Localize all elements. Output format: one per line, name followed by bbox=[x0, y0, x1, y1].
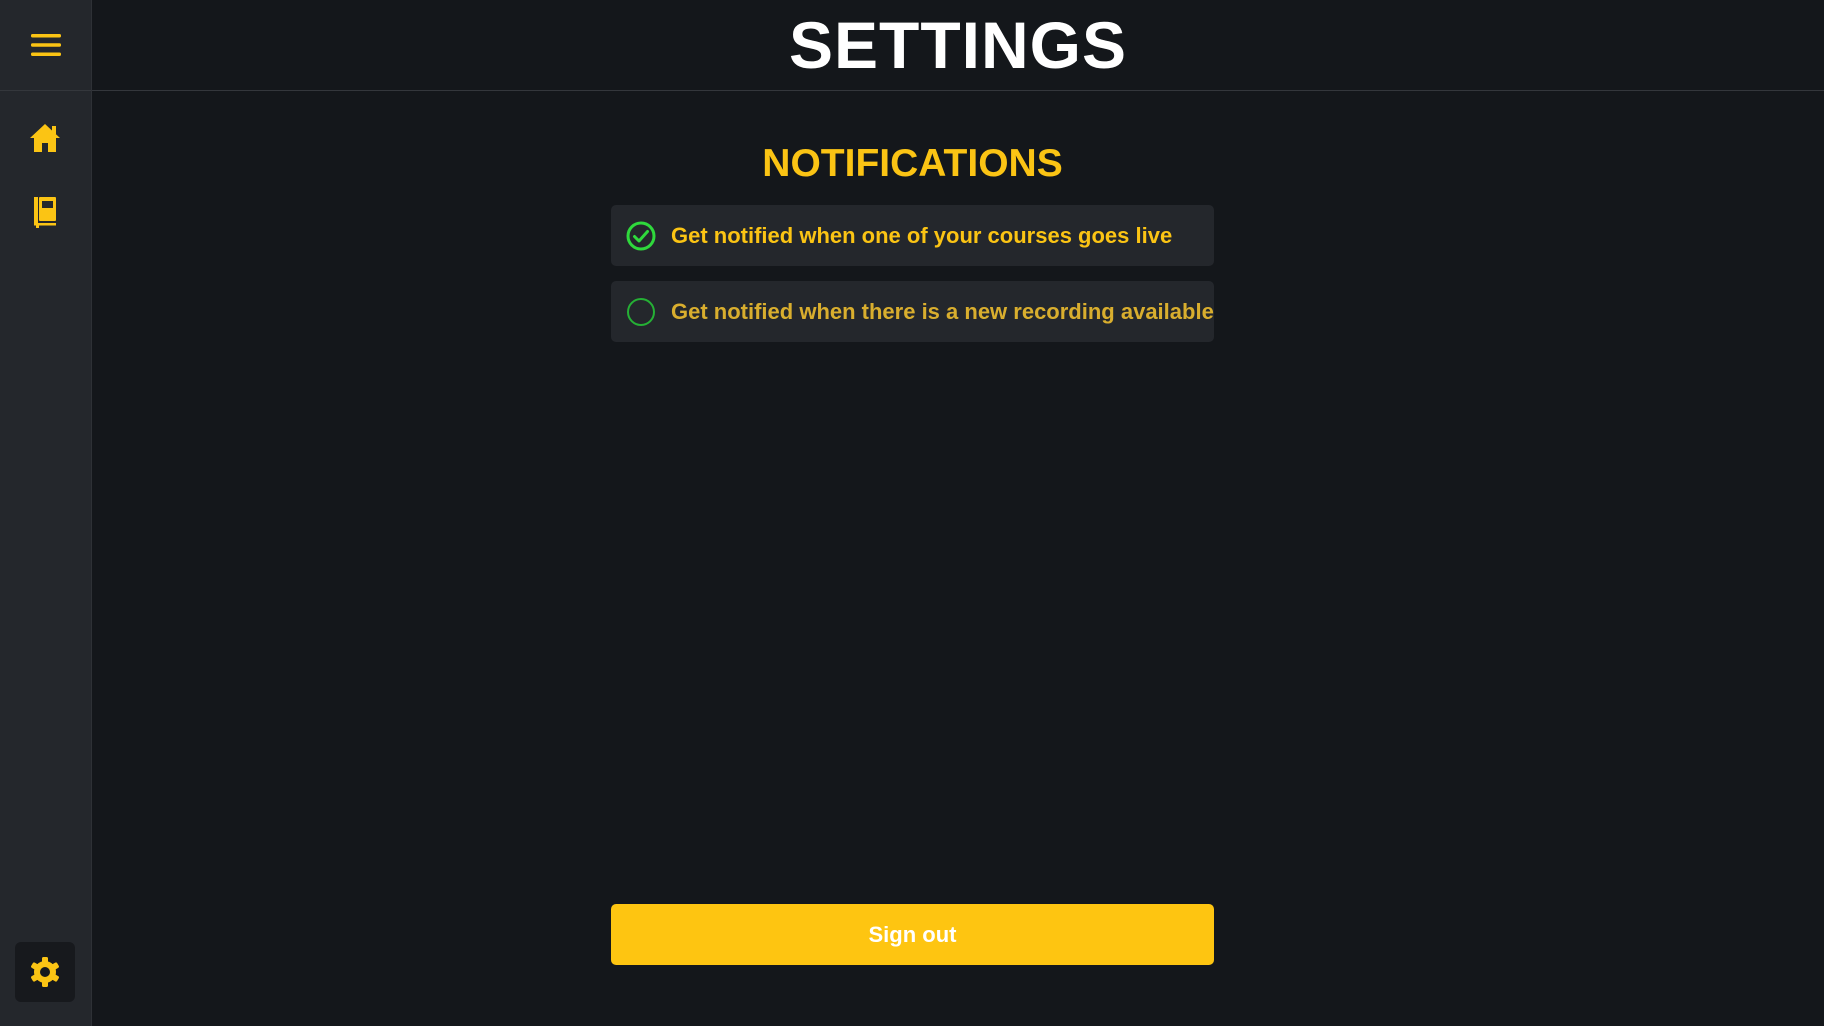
app-root: SETTINGS NOTIFICATIONS Get notified when… bbox=[0, 0, 1824, 1026]
notification-option-new-recording[interactable]: Get notified when there is a new recordi… bbox=[611, 281, 1214, 342]
sidebar bbox=[0, 0, 92, 1026]
settings-content: NOTIFICATIONS Get notified when one of y… bbox=[611, 0, 1214, 1026]
checked-circle-icon bbox=[626, 221, 656, 250]
nav-settings-button[interactable] bbox=[15, 942, 75, 1002]
nav-courses-button[interactable] bbox=[15, 182, 75, 242]
notification-option-label: Get notified when one of your courses go… bbox=[671, 222, 1173, 248]
sign-out-button[interactable]: Sign out bbox=[611, 904, 1214, 965]
notification-option-courses-live[interactable]: Get notified when one of your courses go… bbox=[611, 205, 1214, 266]
nav-home-button[interactable] bbox=[15, 108, 75, 168]
notification-option-label: Get notified when there is a new recordi… bbox=[671, 298, 1214, 324]
hamburger-menu-icon bbox=[30, 34, 61, 56]
notifications-title: NOTIFICATIONS bbox=[762, 142, 1063, 185]
unchecked-circle-icon bbox=[627, 297, 655, 326]
sidebar-header bbox=[0, 0, 91, 91]
course-book-icon bbox=[34, 197, 56, 228]
home-icon bbox=[30, 124, 60, 152]
gear-icon bbox=[31, 957, 59, 987]
menu-button[interactable] bbox=[16, 15, 76, 75]
